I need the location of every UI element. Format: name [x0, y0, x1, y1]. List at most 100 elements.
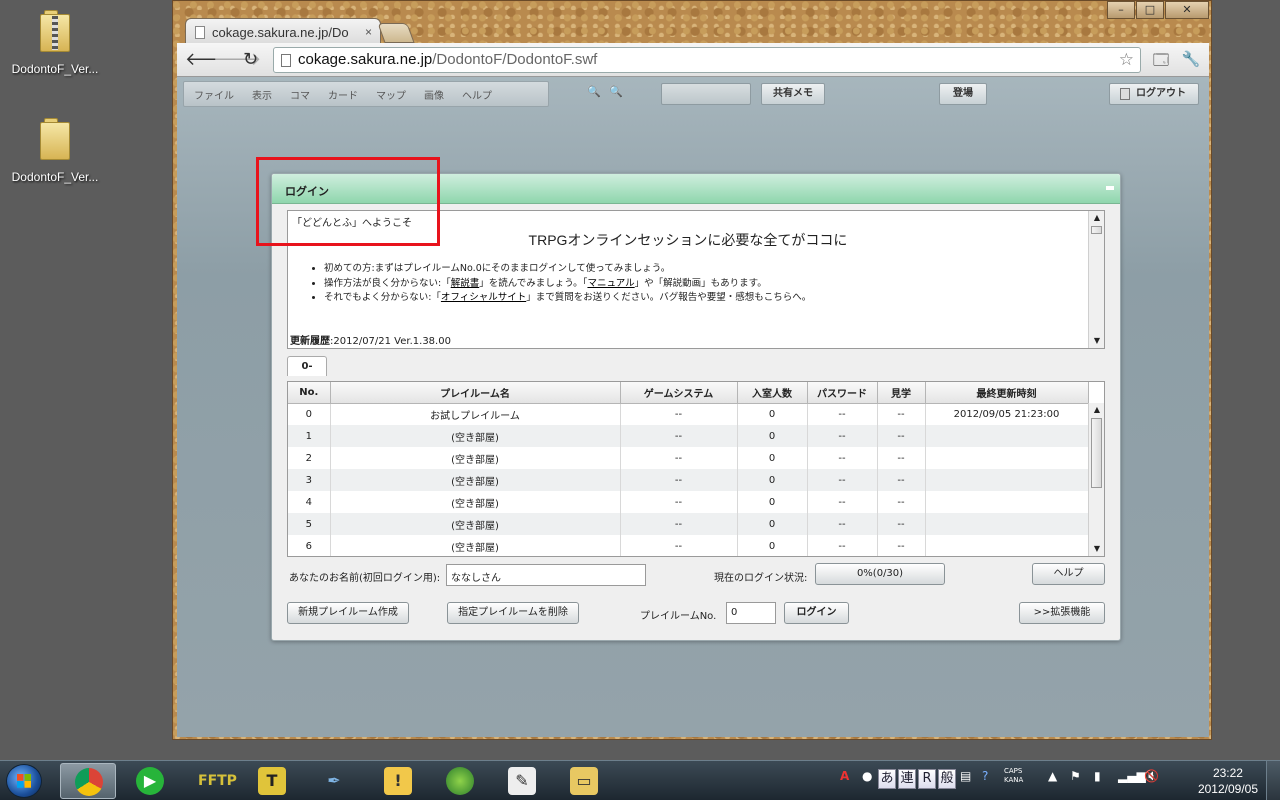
- room-list-scrollbar[interactable]: ▲ ▼: [1088, 403, 1104, 556]
- manual-doc-link[interactable]: マニュアル: [587, 278, 634, 289]
- acrobat-icon[interactable]: A: [840, 769, 849, 783]
- browser-window: – □ ✕ cokage.sakura.ne.jp/Do × 🡐 🡒 ↻ cok…: [172, 0, 1212, 740]
- welcome-scrollbar[interactable]: ▲ ▼: [1088, 211, 1104, 348]
- room-range-tab[interactable]: 0-: [287, 356, 327, 376]
- scroll-up-icon[interactable]: ▲: [1089, 211, 1105, 225]
- url-path: /DodontoF/DodontoF.swf: [432, 51, 598, 68]
- globe-icon: [446, 767, 474, 795]
- menu-view[interactable]: 表示: [252, 87, 272, 102]
- menu-help[interactable]: ヘルプ: [462, 87, 492, 102]
- start-button[interactable]: [6, 764, 42, 798]
- col-room-name[interactable]: プレイルーム名: [330, 382, 621, 404]
- table-row[interactable]: 6 (空き部屋) -- 0 -- --: [288, 535, 1089, 556]
- login-panel: ログイン 「どどんとふ」へようこそ TRPGオンラインセッションに必要な全てがコ…: [271, 173, 1121, 641]
- taskbar-explorer[interactable]: ▭: [556, 763, 612, 799]
- col-last-updated[interactable]: 最終更新時刻: [925, 382, 1089, 404]
- zoom-out-icon[interactable]: 🔍: [609, 85, 623, 98]
- close-window-button[interactable]: ✕: [1165, 1, 1209, 19]
- scroll-thumb[interactable]: [1091, 418, 1102, 488]
- welcome-headline: TRPGオンラインセッションに必要な全てがココに: [528, 232, 848, 248]
- menu-piece[interactable]: コマ: [290, 87, 310, 102]
- taskbar-chrome[interactable]: [60, 763, 116, 799]
- show-desktop-button[interactable]: [1266, 761, 1280, 800]
- taskbar-quill[interactable]: ✒: [306, 763, 362, 799]
- table-row[interactable]: 3 (空き部屋) -- 0 -- --: [288, 469, 1089, 491]
- taskbar-ffftp[interactable]: FFTP: [184, 763, 240, 799]
- table-row[interactable]: 2 (空き部屋) -- 0 -- --: [288, 447, 1089, 469]
- ime-pad-icon[interactable]: ▤: [960, 769, 971, 783]
- help-icon[interactable]: ?: [982, 769, 988, 783]
- exclamation-icon: !: [384, 767, 412, 795]
- welcome-bullets: 初めての方:まずはプレイルームNo.0にそのままログインして使ってみましょう。 …: [324, 262, 811, 306]
- login-button[interactable]: ログイン: [784, 602, 849, 624]
- help-button[interactable]: ヘルプ: [1032, 563, 1105, 585]
- room-no-input[interactable]: 0: [726, 602, 776, 624]
- star-icon[interactable]: ☆: [1119, 50, 1134, 70]
- desktop-icon-dodontof-zip[interactable]: DodontoF_Ver...: [0, 8, 110, 76]
- table-row[interactable]: 1 (空き部屋) -- 0 -- --: [288, 425, 1089, 447]
- col-password[interactable]: パスワード: [807, 382, 878, 404]
- page-icon: [195, 26, 205, 39]
- taskbar-app-2[interactable]: ▶: [122, 763, 178, 799]
- menu-map[interactable]: マップ: [376, 87, 406, 102]
- taskbar-notepad[interactable]: ✎: [494, 763, 550, 799]
- taskbar-text-editor[interactable]: T: [244, 763, 300, 799]
- taskbar-notifier[interactable]: !: [370, 763, 426, 799]
- desktop-icon-label: DodontoF_Ver...: [11, 170, 99, 184]
- col-watch[interactable]: 見学: [877, 382, 926, 404]
- login-status-button[interactable]: 0%(0/30): [815, 563, 945, 585]
- menu-image[interactable]: 画像: [424, 87, 444, 102]
- delete-room-button[interactable]: 指定プレイルームを削除: [447, 602, 579, 624]
- manual-link[interactable]: 解説書: [451, 278, 480, 289]
- table-row[interactable]: 0 お試しプレイルーム -- 0 -- -- 2012/09/05 21:23:00: [288, 403, 1089, 425]
- ime-general[interactable]: 般: [938, 769, 956, 789]
- show-hidden-icons-icon[interactable]: ▲: [1048, 769, 1057, 783]
- ime-conversion[interactable]: 連: [898, 769, 916, 789]
- minimize-icon[interactable]: [1106, 186, 1114, 190]
- close-tab-icon[interactable]: ×: [365, 25, 372, 39]
- taskbar-globe[interactable]: [432, 763, 488, 799]
- wrench-icon[interactable]: 🔧: [1181, 50, 1201, 70]
- quill-pen-icon: ✒: [327, 771, 341, 790]
- extended-features-button[interactable]: >>拡張機能: [1019, 602, 1105, 624]
- col-no[interactable]: No.: [288, 382, 331, 404]
- scroll-up-icon[interactable]: ▲: [1089, 403, 1104, 417]
- power-icon[interactable]: ▮: [1094, 769, 1101, 783]
- disabled-toolbar-button: [661, 83, 751, 105]
- network-icon[interactable]: ▂▄▆: [1118, 769, 1146, 783]
- scroll-down-icon[interactable]: ▼: [1089, 334, 1105, 348]
- browser-tab[interactable]: cokage.sakura.ne.jp/Do ×: [185, 18, 381, 44]
- notepad-icon: ✎: [508, 767, 536, 795]
- zoom-in-icon[interactable]: 🔍: [587, 85, 601, 98]
- extension-icon[interactable]: 🗔: [1151, 50, 1171, 70]
- menu-card[interactable]: カード: [328, 87, 358, 102]
- clock-time: 23:22: [1212, 766, 1243, 780]
- scroll-down-icon[interactable]: ▼: [1089, 542, 1104, 556]
- minimize-button[interactable]: –: [1107, 1, 1135, 19]
- bullet-how-to: 操作方法が良く分からない:「解説書」を読んでみましょう。「マニュアル」や「解説動…: [324, 277, 811, 292]
- table-row[interactable]: 4 (空き部屋) -- 0 -- --: [288, 491, 1089, 513]
- col-game-system[interactable]: ゲームシステム: [620, 382, 738, 404]
- desktop-icon-dodontof-folder[interactable]: DodontoF_Ver...: [0, 116, 110, 184]
- app-menubar: ファイル 表示 コマ カード マップ 画像 ヘルプ: [183, 81, 549, 107]
- reload-icon[interactable]: ↻: [243, 49, 258, 70]
- system-clock[interactable]: 23:22 2012/09/05: [1198, 765, 1258, 797]
- ime-mode[interactable]: あ: [878, 769, 896, 789]
- official-site-link[interactable]: オフィシャルサイト: [441, 292, 526, 303]
- ime-r[interactable]: R: [918, 769, 936, 789]
- flag-icon[interactable]: ⚑: [1070, 769, 1081, 783]
- volume-muted-icon[interactable]: 🔇: [1144, 769, 1159, 783]
- col-members[interactable]: 入室人数: [737, 382, 808, 404]
- new-tab-button[interactable]: [377, 23, 415, 43]
- table-row[interactable]: 5 (空き部屋) -- 0 -- --: [288, 513, 1089, 535]
- address-bar[interactable]: cokage.sakura.ne.jp/DodontoF/DodontoF.sw…: [273, 47, 1141, 73]
- name-input[interactable]: ななしさん: [446, 564, 646, 586]
- caps-kana-indicator: CAPS KANA: [1004, 767, 1024, 784]
- menu-file[interactable]: ファイル: [194, 87, 234, 102]
- logout-button[interactable]: ログアウト: [1109, 83, 1199, 105]
- scroll-thumb[interactable]: [1091, 226, 1102, 234]
- shared-memo-button[interactable]: 共有メモ: [761, 83, 825, 105]
- new-room-button[interactable]: 新規プレイルーム作成: [287, 602, 409, 624]
- enter-button[interactable]: 登場: [939, 83, 987, 105]
- maximize-button[interactable]: □: [1136, 1, 1164, 19]
